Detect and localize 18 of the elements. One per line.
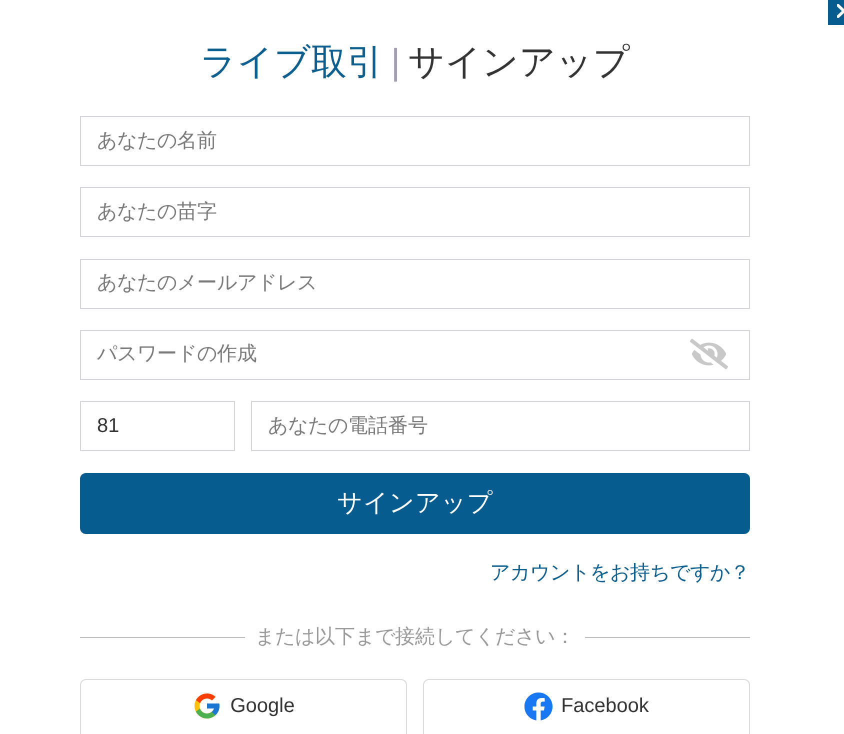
facebook-sign-in-button[interactable]: Facebook	[423, 679, 750, 734]
close-icon	[837, 4, 844, 18]
phone-number-field[interactable]: あなたの電話番号	[251, 401, 750, 452]
sign-up-button[interactable]: サインアップ	[80, 473, 750, 534]
text-field[interactable]: あなたの名前	[80, 116, 750, 166]
text-field[interactable]: あなたの苗字	[80, 187, 750, 238]
password-field[interactable]: パスワードの作成	[80, 330, 750, 380]
facebook-f-icon	[524, 692, 554, 721]
google-sign-in-button[interactable]: Google	[80, 679, 407, 734]
google-g-icon	[192, 691, 222, 722]
page-title: サインアップ	[408, 40, 630, 84]
country-code-field[interactable]: 81	[80, 401, 235, 452]
email-field[interactable]: あなたのメールアドレス	[80, 258, 750, 309]
title-separator: |	[390, 40, 400, 84]
login-link[interactable]: アカウントをお持ちですか？	[490, 559, 750, 588]
divider-text: または以下まで接続してください：	[255, 625, 575, 650]
close-button[interactable]	[828, 0, 844, 25]
brand-title: ライブ取引	[200, 40, 383, 84]
